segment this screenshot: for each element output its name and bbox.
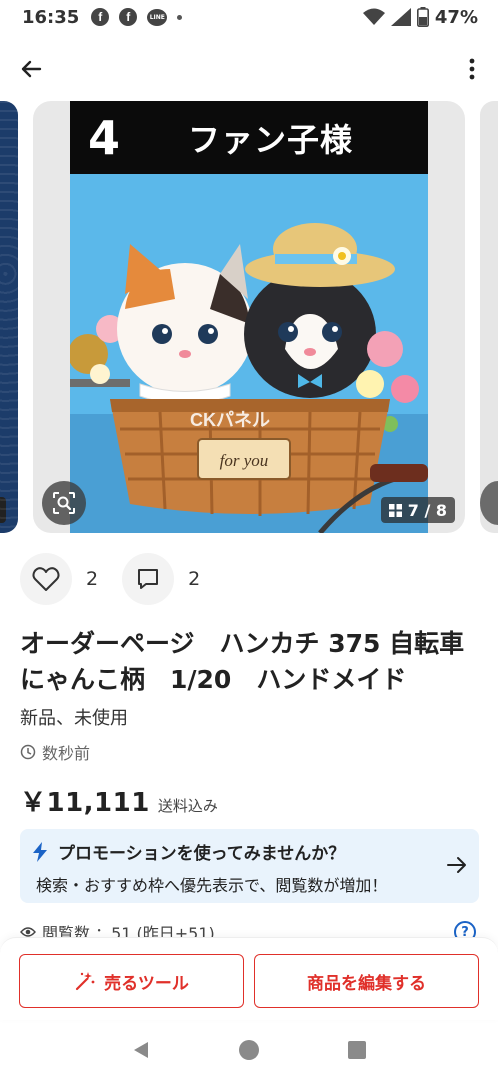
next-lens-button-peek bbox=[480, 481, 498, 525]
battery-percent: 47% bbox=[434, 6, 478, 28]
like-count: 2 bbox=[86, 568, 99, 590]
battery-icon bbox=[416, 7, 429, 27]
product-photo[interactable]: 4 ファン子様 for you CKパネル bbox=[70, 101, 428, 533]
sell-tools-button[interactable]: 売るツール bbox=[19, 954, 244, 1008]
arrow-right-icon bbox=[447, 857, 466, 873]
nav-home-icon[interactable] bbox=[238, 1039, 260, 1061]
image-counter-text: 7 / 8 bbox=[407, 500, 447, 520]
back-button[interactable] bbox=[14, 52, 48, 86]
like-button[interactable] bbox=[20, 553, 72, 605]
engagement-actions: 2 2 bbox=[20, 552, 224, 606]
more-options-button[interactable] bbox=[462, 52, 482, 86]
previous-counter-peek bbox=[0, 497, 6, 523]
system-nav-bar bbox=[0, 1020, 498, 1080]
comment-count: 2 bbox=[188, 568, 201, 590]
cell-signal-icon bbox=[390, 8, 411, 26]
nav-back-icon[interactable] bbox=[131, 1040, 151, 1060]
promotion-arrow-button[interactable] bbox=[445, 853, 469, 877]
edit-item-label: 商品を編集する bbox=[307, 973, 426, 994]
image-carousel[interactable]: 4 ファン子様 for you CKパネル 7 / 8 bbox=[0, 101, 498, 533]
app-header bbox=[0, 44, 498, 92]
watermark-text: CKパネル bbox=[190, 410, 270, 430]
notification-icons: f f LINE bbox=[91, 8, 183, 26]
posted-time-text: 数秒前 bbox=[42, 744, 91, 763]
edit-item-button[interactable]: 商品を編集する bbox=[254, 954, 479, 1008]
next-image-peek[interactable] bbox=[480, 101, 498, 533]
more-vertical-icon bbox=[469, 58, 475, 80]
promotion-title: プロモーションを使ってみませんか？ bbox=[58, 844, 346, 864]
more-notifications-dot bbox=[177, 14, 183, 20]
heart-icon bbox=[32, 567, 60, 591]
sell-tools-label: 売るツール bbox=[104, 973, 189, 994]
banner-title: ファン子様 bbox=[188, 120, 354, 159]
magic-wand-icon bbox=[76, 972, 95, 991]
lightning-icon bbox=[33, 841, 47, 862]
shipping-label: 送料込み bbox=[157, 797, 218, 815]
item-title: オーダーページ ハンカチ 375 自転車にゃんこ柄 1/20 ハンドメイド bbox=[20, 629, 465, 694]
comment-button[interactable] bbox=[122, 553, 175, 605]
arrow-left-icon bbox=[21, 60, 42, 78]
promotion-body: 検索・おすすめ枠へ優先表示で、閲覧数が増加！ bbox=[36, 876, 388, 895]
image-search-icon bbox=[53, 492, 75, 514]
status-time: 16:35 bbox=[22, 6, 80, 28]
item-condition: 新品、未使用 bbox=[20, 708, 128, 729]
image-search-button[interactable] bbox=[42, 481, 86, 525]
price-row: ￥11,111 送料込み bbox=[20, 782, 218, 819]
previous-image-peek[interactable] bbox=[0, 101, 18, 533]
bottom-action-bar: 売るツール 商品を編集する bbox=[0, 937, 498, 1020]
posted-time: 数秒前 bbox=[20, 740, 90, 764]
line-icon: LINE bbox=[147, 8, 168, 26]
image-page-counter: 7 / 8 bbox=[380, 497, 455, 523]
grid-icon bbox=[388, 503, 402, 517]
comment-icon bbox=[138, 569, 159, 589]
promotion-title-row: プロモーションを使ってみませんか？ bbox=[32, 839, 467, 864]
promotion-banner[interactable]: プロモーションを使ってみませんか？ 検索・おすすめ枠へ優先表示で、閲覧数が増加！ bbox=[20, 829, 479, 903]
current-image-card[interactable]: 4 ファン子様 for you CKパネル 7 / 8 bbox=[33, 101, 465, 533]
photo-banner: 4 ファン子様 bbox=[70, 101, 428, 174]
status-bar: 16:35 f f LINE 47% bbox=[0, 0, 498, 34]
wifi-icon bbox=[362, 8, 385, 25]
price: ￥11,111 bbox=[20, 788, 150, 818]
nav-recents-icon[interactable] bbox=[347, 1040, 367, 1060]
kittens-basket-illustration: for you CKパネル bbox=[70, 174, 428, 533]
banner-number: 4 bbox=[88, 110, 121, 165]
facebook-icon: f bbox=[91, 8, 110, 26]
sign-text: for you bbox=[220, 451, 269, 470]
facebook-icon: f bbox=[119, 8, 138, 26]
clock-icon bbox=[20, 744, 36, 760]
system-status: 47% bbox=[362, 6, 478, 28]
